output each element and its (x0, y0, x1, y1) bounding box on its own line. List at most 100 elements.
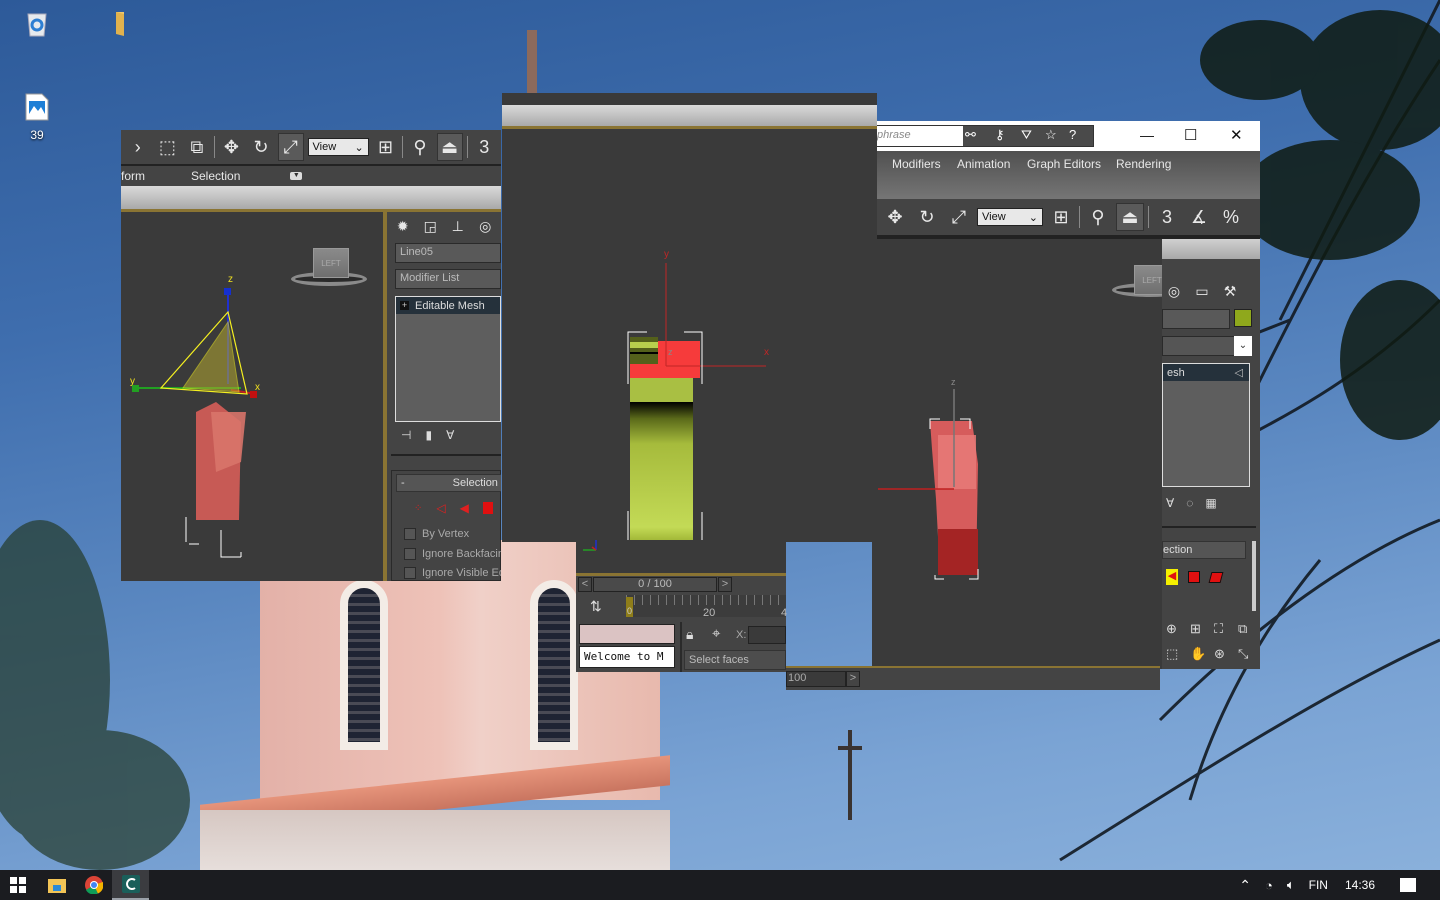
pivot-center-icon[interactable]: ⊞ (1047, 203, 1075, 231)
angle-snap-icon[interactable]: ∡ (1185, 203, 1213, 231)
wifi-icon[interactable]: ◔ (1265, 878, 1273, 893)
object-name-field[interactable] (1162, 309, 1230, 329)
star-icon[interactable]: ☆ (1045, 127, 1057, 143)
edge-level-icon[interactable]: ◁ (436, 501, 445, 515)
select-object-icon[interactable]: › (125, 133, 151, 161)
vertex-level-icon[interactable]: ⁘ (414, 503, 422, 514)
maximize-viewport-icon[interactable]: ⤡ (1238, 646, 1260, 669)
pan-view-icon[interactable]: ✋ (1190, 646, 1212, 669)
start-button[interactable] (0, 870, 36, 900)
select-move-icon[interactable]: ✥ (881, 203, 909, 231)
menu-rendering[interactable]: Rendering (1116, 157, 1171, 171)
select-rotate-icon[interactable]: ↻ (913, 203, 941, 231)
prev-frame-button[interactable]: < (578, 577, 592, 592)
zoom-extents-icon[interactable]: ⛶ (1214, 621, 1236, 644)
panel-scrollbar[interactable] (1252, 541, 1256, 611)
modifier-list-dropdown[interactable]: Modifier List (395, 269, 501, 289)
stack-item-editable-mesh[interactable]: + Editable Mesh (396, 297, 500, 314)
close-button[interactable]: ✕ (1230, 126, 1243, 144)
x-coordinate-field[interactable] (748, 626, 786, 644)
chevron-down-icon[interactable]: ⌄ (1234, 336, 1252, 356)
next-frame-button[interactable]: > (846, 671, 860, 687)
help-icon[interactable]: ? (1069, 127, 1076, 142)
open-mini-curve-editor-icon[interactable]: ⇅ (590, 598, 602, 615)
select-manipulate-icon[interactable]: ⚲ (407, 133, 433, 161)
show-hidden-icons-icon[interactable]: ⌃ (1239, 877, 1251, 894)
show-end-result-icon[interactable]: ▮ (425, 428, 432, 442)
zoom-extents-all-icon[interactable]: ⧉ (1238, 621, 1260, 644)
face-level-icon[interactable]: ◀ (1166, 569, 1178, 585)
time-slider-display[interactable]: 100 (786, 671, 846, 687)
pivot-center-icon[interactable]: ⊞ (373, 133, 399, 161)
stack-item-editable-mesh[interactable]: esh ◁ (1163, 364, 1249, 381)
checkbox-box[interactable] (404, 548, 416, 560)
ignore-backfacing-checkbox[interactable]: Ignore Backfacing (404, 548, 501, 560)
maximize-button[interactable]: ☐ (1184, 126, 1197, 144)
zoom-icon[interactable]: ⊕ (1166, 621, 1188, 644)
select-move-icon[interactable]: ✥ (219, 133, 245, 161)
maxscript-listener-input[interactable] (579, 624, 675, 644)
utilities-tab-icon[interactable]: ⚒ (1218, 279, 1242, 303)
binoculars-icon[interactable]: ⚯ (965, 127, 976, 143)
select-scale-icon[interactable]: ⤢ (277, 133, 304, 161)
create-tab-icon[interactable]: ✹ (391, 214, 415, 238)
image-file-shortcut[interactable]: 39 (7, 92, 67, 142)
time-slider[interactable]: < 0 / 100 > (576, 577, 786, 593)
minimize-button[interactable]: — (1140, 127, 1154, 143)
key-icon[interactable]: ⚷ (995, 127, 1005, 143)
lock-selection-icon[interactable]: 🔒︎ (686, 626, 693, 643)
viewport-perspective[interactable]: LEFT z y x (121, 212, 383, 581)
rect-selection-icon[interactable]: ⬚ (155, 133, 181, 161)
rollout-header[interactable]: - Selection (396, 474, 501, 492)
select-manipulate-icon[interactable]: ⚲ (1084, 203, 1112, 231)
element-level-icon[interactable] (1208, 571, 1224, 583)
select-scale-icon[interactable]: ⤢ (945, 203, 973, 231)
time-slider-display[interactable]: 0 / 100 (593, 577, 717, 592)
keyboard-shortcut-override-icon[interactable]: ⏏ (436, 133, 463, 161)
volume-icon[interactable]: 🔈︎ (1287, 877, 1295, 893)
pin-stack-icon[interactable]: ⊣ (401, 428, 411, 442)
maxscript-output[interactable]: Welcome to M (579, 646, 675, 668)
make-unique-icon[interactable]: ∀ (1166, 496, 1174, 510)
polygon-level-icon[interactable] (1188, 571, 1200, 583)
ribbon-tab-freeform[interactable]: form (121, 169, 145, 183)
ribbon-tab-selection[interactable]: Selection (191, 169, 240, 183)
satellite-icon[interactable]: ⛛ (1021, 127, 1032, 143)
polygon-level-icon[interactable] (482, 502, 493, 514)
clock[interactable]: 14:36 (1345, 878, 1375, 892)
menu-animation[interactable]: Animation (957, 157, 1010, 171)
hierarchy-tab-icon[interactable]: ⊥ (446, 214, 470, 238)
menu-modifiers[interactable]: Modifiers (892, 157, 941, 171)
next-frame-button[interactable]: > (718, 577, 732, 592)
zoom-all-icon[interactable]: ⊞ (1190, 621, 1212, 644)
object-name-field[interactable]: Line05 (395, 243, 501, 263)
configure-modifier-sets-icon[interactable]: ▦ (1205, 496, 1216, 510)
current-frame-marker[interactable]: 0 (626, 597, 633, 617)
expand-plus-icon[interactable]: + (400, 301, 409, 310)
motion-tab-icon[interactable]: ◎ (1162, 279, 1186, 303)
window-crossing-icon[interactable]: ⧉ (184, 133, 210, 161)
percent-snap-icon[interactable]: % (1217, 203, 1245, 231)
snaps-toggle-icon[interactable]: 3 (471, 133, 497, 161)
taskbar-file-explorer[interactable] (38, 870, 75, 900)
make-unique-icon[interactable]: ∀ (446, 428, 454, 442)
orbit-icon[interactable]: ⊛ (1214, 646, 1236, 669)
search-input[interactable]: phrase (873, 126, 963, 146)
motion-tab-icon[interactable]: ◎ (474, 214, 498, 238)
viewport-front[interactable]: y x z (502, 129, 877, 542)
by-vertex-checkbox[interactable]: By Vertex (404, 528, 469, 540)
rollout-header[interactable]: ection (1162, 541, 1246, 559)
modify-tab-icon[interactable]: ◲ (419, 214, 443, 238)
viewport-left[interactable]: LEFT z (872, 239, 1188, 669)
select-rotate-icon[interactable]: ↻ (248, 133, 274, 161)
rollout-collapse-icon[interactable]: - (401, 477, 405, 489)
menu-graph-editors[interactable]: Graph Editors (1027, 157, 1101, 171)
display-tab-icon[interactable]: ▭ (1190, 279, 1214, 303)
face-level-icon[interactable]: ◀ (460, 501, 469, 515)
ribbon-dropdown-icon[interactable]: ▼ (290, 172, 303, 180)
action-center-icon[interactable] (1400, 878, 1416, 892)
input-language[interactable]: FIN (1309, 878, 1328, 892)
remove-modifier-icon[interactable]: ◌ (1186, 496, 1193, 510)
recycle-bin-shortcut[interactable] (7, 8, 67, 38)
taskbar-3ds-max[interactable] (112, 870, 149, 900)
